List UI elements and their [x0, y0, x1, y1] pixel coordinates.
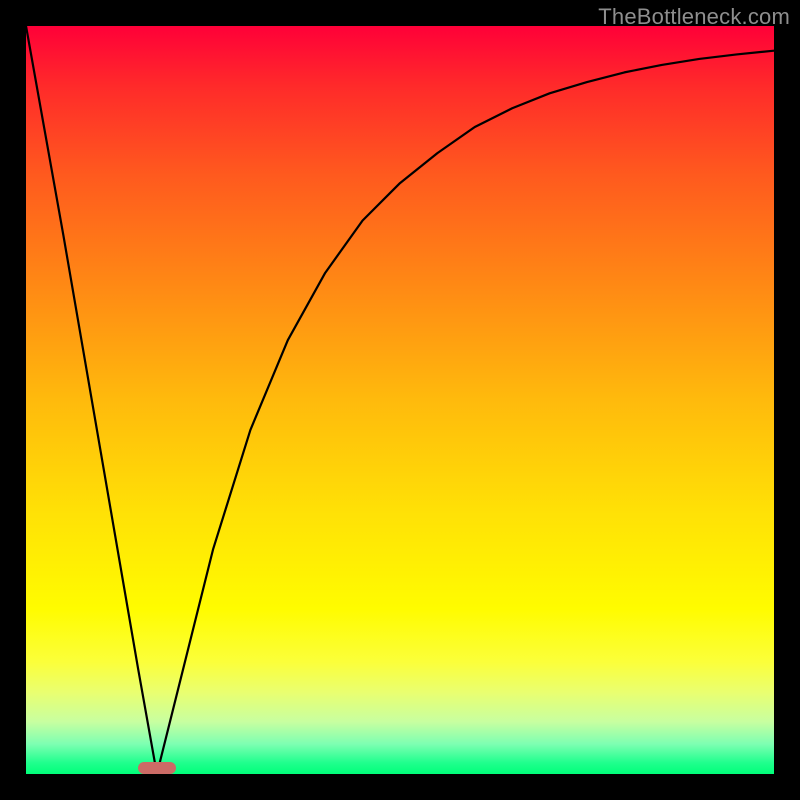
- plot-area: [26, 26, 774, 774]
- bottleneck-curve: [26, 26, 774, 774]
- chart-frame: TheBottleneck.com: [0, 0, 800, 800]
- watermark-text: TheBottleneck.com: [598, 4, 790, 30]
- optimum-marker: [138, 762, 175, 774]
